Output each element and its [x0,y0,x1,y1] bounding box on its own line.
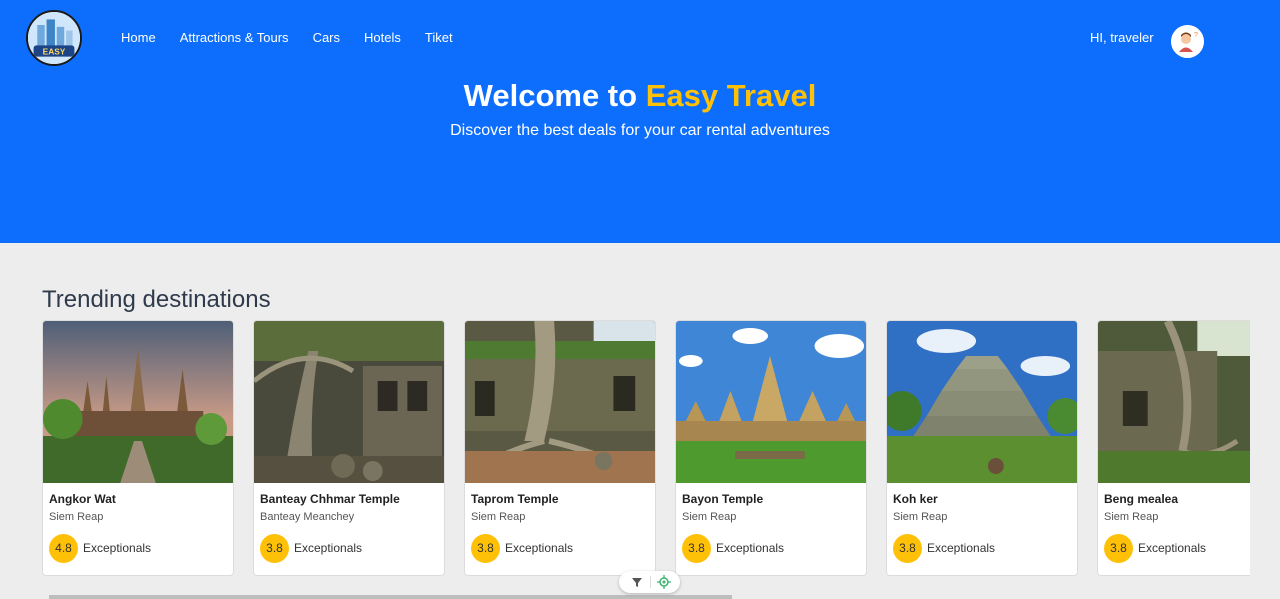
destination-location: Banteay Meanchey [260,511,355,523]
destination-name: Taprom Temple [471,492,559,506]
svg-text:EASY: EASY [43,47,66,57]
rating-label: Exceptionals [505,541,574,555]
nav-home[interactable]: Home [121,30,156,46]
score-badge: 3.8 [1104,534,1133,563]
score-badge: 4.8 [49,534,78,563]
score-badge: 3.8 [260,534,289,563]
hero-title-prefix: Welcome to [463,78,638,113]
hero-banner: EASY Home Attractions & Tours Cars Hotel… [0,0,1280,243]
nav-attractions-tours[interactable]: Attractions & Tours [180,30,289,46]
rating-label: Exceptionals [294,541,363,555]
score-badge: 3.8 [893,534,922,563]
nav-hotels[interactable]: Hotels [364,30,401,46]
destination-location: Siem Reap [893,511,948,523]
destination-card[interactable]: Bayon Temple Siem Reap 3.8 Exceptionals [675,320,867,576]
destination-photo [465,321,655,483]
rating-label: Exceptionals [83,541,152,555]
destination-name: Bayon Temple [682,492,764,506]
nav-tiket[interactable]: Tiket [425,30,453,46]
destination-card[interactable]: Taprom Temple Siem Reap 3.8 Exceptionals [464,320,656,576]
destination-location: Siem Reap [682,511,737,523]
destination-card[interactable]: Beng mealea Siem Reap 3.8 Exceptionals [1097,320,1250,576]
floating-toolbar [619,571,680,593]
hero-subtitle: Discover the best deals for your car ren… [450,122,830,139]
user-greeting: HI, traveler [1090,30,1154,45]
destination-name: Koh ker [893,492,938,506]
destination-location: Siem Reap [1104,511,1159,523]
hero-title-brand: Easy Travel [645,78,817,113]
destination-name: Beng mealea [1104,492,1179,506]
destination-card[interactable]: Angkor Wat Siem Reap 4.8 Exceptionals [42,320,234,576]
nav-cars[interactable]: Cars [313,30,340,46]
rating-label: Exceptionals [1138,541,1207,555]
destination-name: Banteay Chhmar Temple [260,492,400,506]
destination-location: Siem Reap [471,511,526,523]
trending-title: Trending destinations [42,286,271,313]
destination-photo [254,321,444,483]
toolbar-divider [650,576,651,588]
locate-icon[interactable] [657,575,671,589]
user-avatar[interactable]: ? [1171,25,1204,58]
filter-icon[interactable] [631,576,643,588]
destination-photo [1098,321,1250,483]
destination-name: Angkor Wat [49,492,116,506]
score-badge: 3.8 [682,534,711,563]
destination-photo [676,321,866,483]
main-nav: Home Attractions & Tours Cars Hotels Tik… [121,30,477,46]
rating-label: Exceptionals [927,541,996,555]
score-badge: 3.8 [471,534,500,563]
destination-photo [887,321,1077,483]
carousel-scrollbar[interactable] [49,595,732,599]
svg-text:?: ? [1194,32,1198,39]
hero-title: Welcome to Easy Travel [0,78,1280,114]
destination-photo [43,321,233,483]
rating-label: Exceptionals [716,541,785,555]
destination-location: Siem Reap [49,511,104,523]
easy-travel-logo[interactable]: EASY [26,10,82,66]
destination-card[interactable]: Koh ker Siem Reap 3.8 Exceptionals [886,320,1078,576]
destination-card[interactable]: Banteay Chhmar Temple Banteay Meanchey 3… [253,320,445,576]
